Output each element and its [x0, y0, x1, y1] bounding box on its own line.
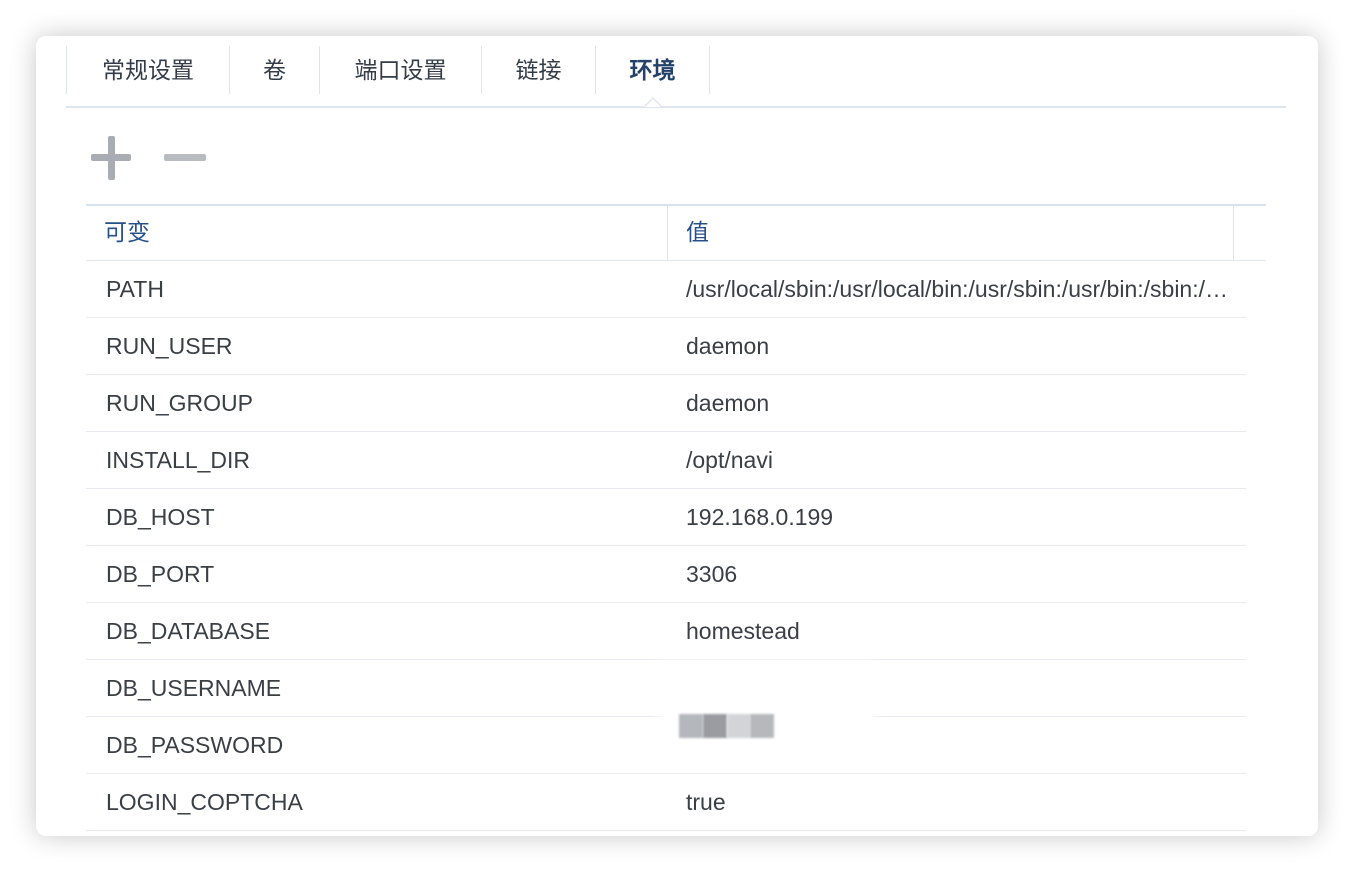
variable-name: DB_PORT [106, 561, 215, 587]
column-header-spacer [1233, 206, 1266, 260]
variable-value: true [686, 789, 726, 815]
redaction-mosaic [727, 714, 750, 738]
redaction-mosaic [703, 714, 727, 738]
environment-settings-window: 常规设置 卷 端口设置 链接 环境 可变 值 PATH /usr/local/s… [36, 36, 1318, 836]
remove-variable-button[interactable] [164, 136, 206, 180]
variable-name: RUN_GROUP [106, 390, 253, 416]
variable-name: DB_DATABASE [106, 618, 271, 644]
table-row[interactable]: RUN_USER daemon [86, 318, 1246, 375]
add-variable-button[interactable] [90, 136, 132, 180]
tab-general-settings[interactable]: 常规设置 [66, 46, 229, 94]
variable-name: INSTALL_DIR [106, 447, 251, 473]
tab-links[interactable]: 链接 [481, 46, 595, 94]
toolbar [90, 136, 206, 180]
column-header-variable[interactable]: 可变 [86, 206, 667, 260]
table-row[interactable]: LOGIN_COPTCHA true [86, 774, 1246, 831]
table-row[interactable]: RUN_GROUP daemon [86, 375, 1246, 432]
table-header: 可变 值 [86, 206, 1266, 261]
variable-name: DB_HOST [106, 504, 215, 530]
table-row[interactable]: DB_PORT 3306 [86, 546, 1246, 603]
variable-value: /opt/navi [686, 447, 773, 473]
tab-volume[interactable]: 卷 [229, 46, 319, 94]
table-row[interactable]: DB_DATABASE homestead [86, 603, 1246, 660]
variable-value: daemon [686, 333, 770, 359]
variable-name: PATH [106, 276, 164, 302]
tab-bar: 常规设置 卷 端口设置 链接 环境 [66, 46, 1286, 108]
variable-value: 3306 [686, 561, 738, 587]
variable-value: /usr/local/sbin:/usr/local/bin:/usr/sbin… [686, 276, 1234, 302]
variable-name: LOGIN_COPTCHA [106, 789, 303, 815]
active-tab-pointer [643, 97, 662, 107]
redaction-mosaic [679, 714, 703, 738]
tab-environment[interactable]: 环境 [595, 46, 710, 107]
variable-value: homestead [686, 618, 800, 644]
table-row[interactable]: INSTALL_DIR /opt/navi [86, 432, 1246, 489]
table-row[interactable]: PATH /usr/local/sbin:/usr/local/bin:/usr… [86, 261, 1246, 318]
variable-value: 192.168.0.199 [686, 504, 834, 530]
variable-value: daemon [686, 390, 770, 416]
table-row[interactable]: DB_HOST 192.168.0.199 [86, 489, 1246, 546]
tab-port-settings[interactable]: 端口设置 [319, 46, 481, 94]
redaction-mosaic [750, 714, 774, 738]
column-header-value[interactable]: 值 [667, 206, 1233, 260]
variable-name: DB_USERNAME [106, 675, 282, 701]
variable-name: RUN_USER [106, 333, 233, 359]
tab-environment-label: 环境 [629, 57, 676, 83]
variable-name: DB_PASSWORD [106, 732, 284, 758]
